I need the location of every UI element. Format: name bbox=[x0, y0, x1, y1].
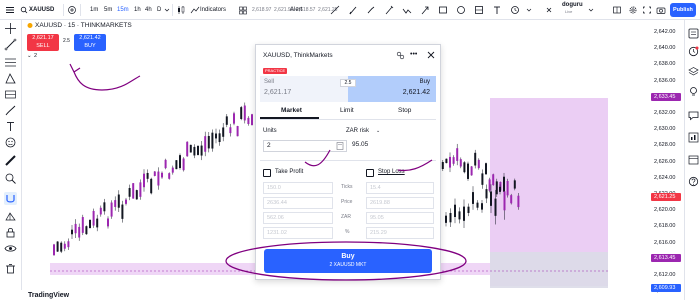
checkmark-annotation-sl[interactable] bbox=[397, 159, 433, 172]
circle-annotation-buy[interactable] bbox=[225, 241, 467, 281]
checkmark-annotation-tp[interactable] bbox=[304, 149, 331, 167]
annotation-overlay bbox=[225, 149, 467, 281]
tradingview-watermark: TradingView bbox=[28, 292, 70, 299]
